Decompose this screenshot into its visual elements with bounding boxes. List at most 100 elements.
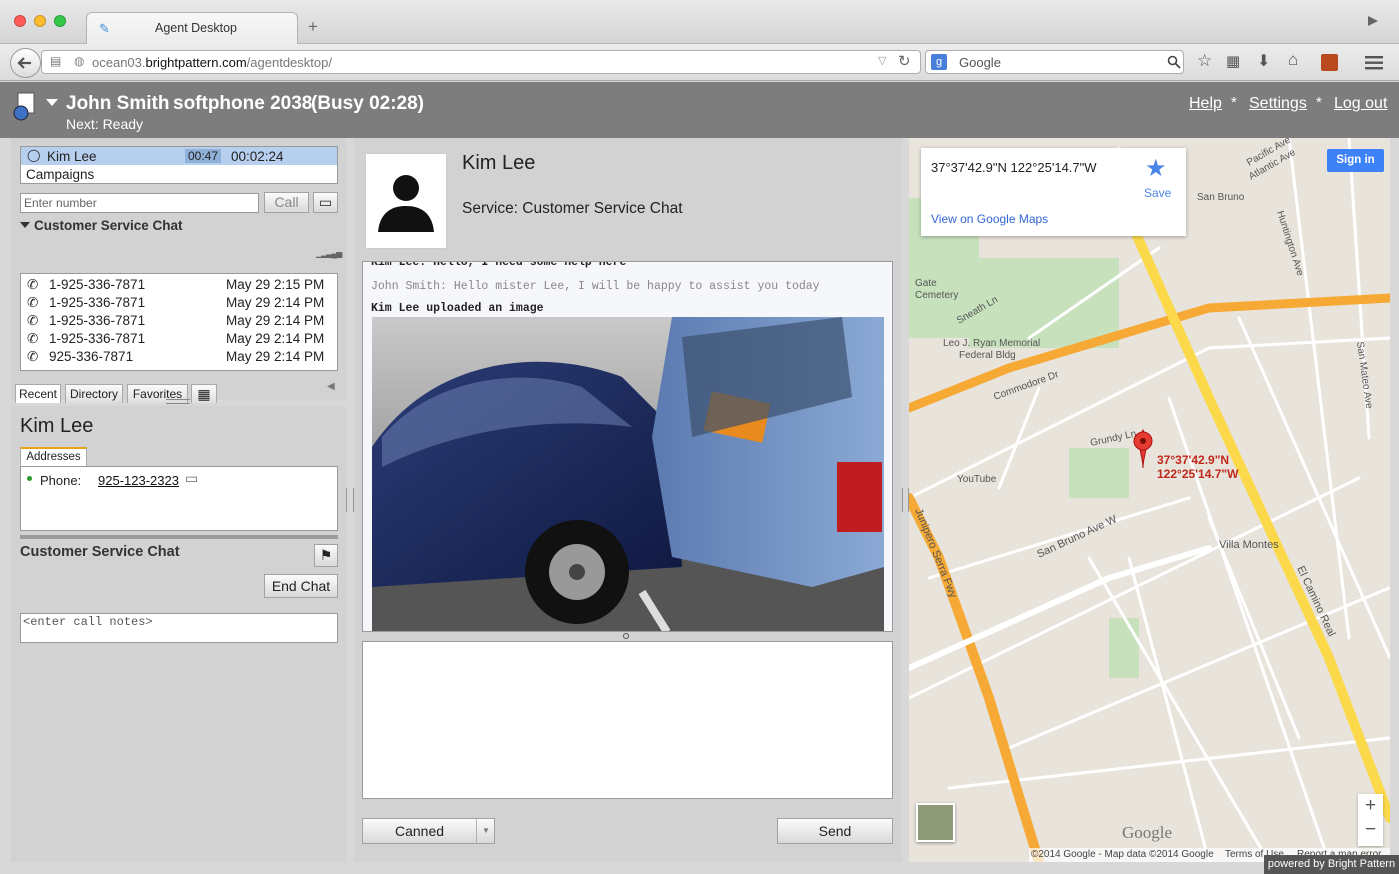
call-button[interactable]: Call <box>264 192 309 213</box>
help-link[interactable]: Help <box>1189 95 1222 113</box>
resize-handle[interactable] <box>623 633 629 639</box>
save-link[interactable]: Save <box>1144 186 1171 200</box>
bookmark-star-icon[interactable]: ☆ <box>1197 51 1212 71</box>
close-window-icon[interactable] <box>14 15 26 27</box>
browser-tab[interactable]: ✎ Agent Desktop <box>86 12 298 45</box>
save-star-icon[interactable]: ★ <box>1145 154 1167 183</box>
menu-icon[interactable] <box>1365 55 1383 71</box>
pin-label-lat: 37°37'42.9"N <box>1157 453 1229 467</box>
recent-row[interactable]: ✆ 1-925-336-7871 May 29 2:15 PM <box>21 276 337 294</box>
page-icon: ▤ <box>50 54 62 68</box>
resize-handle[interactable] <box>166 399 190 404</box>
zoom-in-button[interactable]: + <box>1358 795 1383 817</box>
total-timer: 00:02:24 <box>231 149 284 164</box>
active-chat-row[interactable]: ◯ Kim Lee 00:47 00:02:24 <box>21 147 337 165</box>
agent-phone: softphone 2038 <box>173 93 313 114</box>
speaker-icon[interactable]: ◀ <box>327 381 335 392</box>
logout-link[interactable]: Log out <box>1334 95 1387 113</box>
recent-list: ✆ 1-925-336-7871 May 29 2:15 PM ✆ 1-925-336… <box>20 273 338 371</box>
recent-row[interactable]: ✆ 1-925-336-7871 May 29 2:14 PM <box>21 330 337 348</box>
favicon-icon: ✎ <box>99 21 110 36</box>
url-host: ocean03. <box>92 55 146 70</box>
canned-dropdown[interactable]: Canned ▼ <box>362 818 495 844</box>
phone-icon: ✆ <box>27 277 39 292</box>
agent-status-icon[interactable] <box>12 91 38 123</box>
contact-panel: Kim Lee Addresses Phone: 925-123-2323 ▭ … <box>11 406 346 862</box>
map-view[interactable]: San Bruno Gate Cemetery Sneath Ln Leo J.… <box>909 138 1390 862</box>
sign-in-button[interactable]: Sign in <box>1327 149 1384 172</box>
map-label: Villa Montes <box>1219 539 1279 551</box>
recent-row[interactable]: ✆ 1-925-336-7871 May 29 2:14 PM <box>21 312 337 330</box>
new-tab-button[interactable]: + <box>308 17 318 37</box>
available-dot <box>27 476 32 481</box>
enter-number-input[interactable]: Enter number <box>20 193 259 213</box>
campaigns-label[interactable]: Campaigns <box>26 167 94 182</box>
minimize-window-icon[interactable] <box>34 15 46 27</box>
url-domain: brightpattern.com <box>145 55 247 70</box>
call-notes-input[interactable]: <enter call notes> <box>20 613 338 643</box>
reload-icon[interactable]: ↻ <box>898 52 911 70</box>
interaction-timer: 00:47 <box>185 149 222 163</box>
satellite-toggle[interactable] <box>916 803 955 842</box>
new-chat-button[interactable]: ▭ <box>313 192 338 213</box>
search-field[interactable]: g Google <box>925 50 1184 74</box>
chat-service: Service: Customer Service Chat <box>462 200 683 217</box>
zoom-out-button[interactable]: − <box>1358 819 1383 841</box>
recent-row[interactable]: ✆ 925-336-7871 May 29 2:14 PM <box>21 348 337 366</box>
map-label: San Bruno <box>1197 192 1245 203</box>
tab-directory[interactable]: Directory <box>65 384 123 403</box>
recent-time: May 29 2:14 PM <box>226 313 325 328</box>
dropdown-arrow-icon[interactable]: ▽ <box>878 54 886 67</box>
recent-time: May 29 2:14 PM <box>226 331 325 346</box>
tab-list-icon[interactable] <box>1366 14 1380 28</box>
recent-number: 1-925-336-7871 <box>49 277 146 292</box>
view-on-google-maps-link[interactable]: View on Google Maps <box>931 212 1048 226</box>
chat-input[interactable] <box>362 641 893 799</box>
attribution-text: ©2014 Google - Map data ©2014 Google <box>1031 849 1214 860</box>
search-icon[interactable] <box>1167 55 1181 69</box>
expand-arrow-icon[interactable] <box>20 222 30 230</box>
uploaded-car-image[interactable] <box>372 317 884 632</box>
recent-time: May 29 2:14 PM <box>226 349 325 364</box>
disposition-button[interactable]: ⚑ <box>314 544 338 567</box>
zoom-window-icon[interactable] <box>54 15 66 27</box>
separator: * <box>1231 94 1237 111</box>
map-label: Leo J. Ryan Memorial <box>943 338 1040 349</box>
chat-transcript: Kim Lee: Hello, I need some help here Jo… <box>362 261 893 632</box>
extension-icon[interactable] <box>1321 54 1338 71</box>
map-label: San Bruno Ave W <box>1035 513 1119 561</box>
settings-link[interactable]: Settings <box>1249 95 1307 113</box>
end-chat-button[interactable]: End Chat <box>264 574 338 598</box>
recent-number: 1-925-336-7871 <box>49 331 146 346</box>
chat-panel: Kim Lee Service: Customer Service Chat K… <box>354 138 902 862</box>
tab-addresses[interactable]: Addresses <box>20 447 87 467</box>
splitter-handle[interactable] <box>346 488 354 512</box>
chat-contact-name: Kim Lee <box>462 152 536 174</box>
phone-link[interactable]: 925-123-2323 <box>98 473 179 488</box>
enter-number-placeholder: Enter number <box>24 196 97 210</box>
send-button[interactable]: Send <box>777 818 893 844</box>
recent-row[interactable]: ✆ 1-925-336-7871 May 29 2:14 PM <box>21 294 337 312</box>
splitter-handle[interactable] <box>902 488 909 512</box>
signal-icon: ▁▂▃▄▅ <box>316 249 342 258</box>
map-canvas[interactable]: San Bruno Gate Cemetery Sneath Ln Leo J.… <box>909 138 1390 862</box>
download-icon[interactable]: ⬇ <box>1257 51 1270 71</box>
powered-by-label: powered by Bright Pattern <box>1264 855 1399 874</box>
contact-name: Kim Lee <box>20 415 94 437</box>
home-icon[interactable]: ⌂ <box>1288 50 1298 70</box>
coords-text: 37°37'42.9"N 122°25'14.7"W <box>931 160 1097 175</box>
reading-list-icon[interactable]: ▦ <box>1226 52 1240 70</box>
tab-recent[interactable]: Recent <box>15 384 61 403</box>
google-search-engine-icon[interactable]: g <box>931 54 947 70</box>
chat-icon[interactable]: ▭ <box>185 470 198 487</box>
status-dropdown-icon[interactable] <box>46 99 58 107</box>
map-label: Federal Bldg <box>959 350 1016 361</box>
zoom-control: + − <box>1358 794 1383 846</box>
service-selector[interactable]: Customer Service Chat <box>34 218 183 233</box>
map-label: YouTube <box>957 474 997 485</box>
dialpad-icon[interactable]: ▦ <box>191 384 217 403</box>
url-bar[interactable]: ▤ ◍ ocean03.brightpattern.com/agentdeskt… <box>41 50 921 74</box>
map-label: Gate <box>915 278 937 289</box>
service-name: Customer Service Chat <box>20 544 180 560</box>
back-button[interactable] <box>10 48 41 78</box>
